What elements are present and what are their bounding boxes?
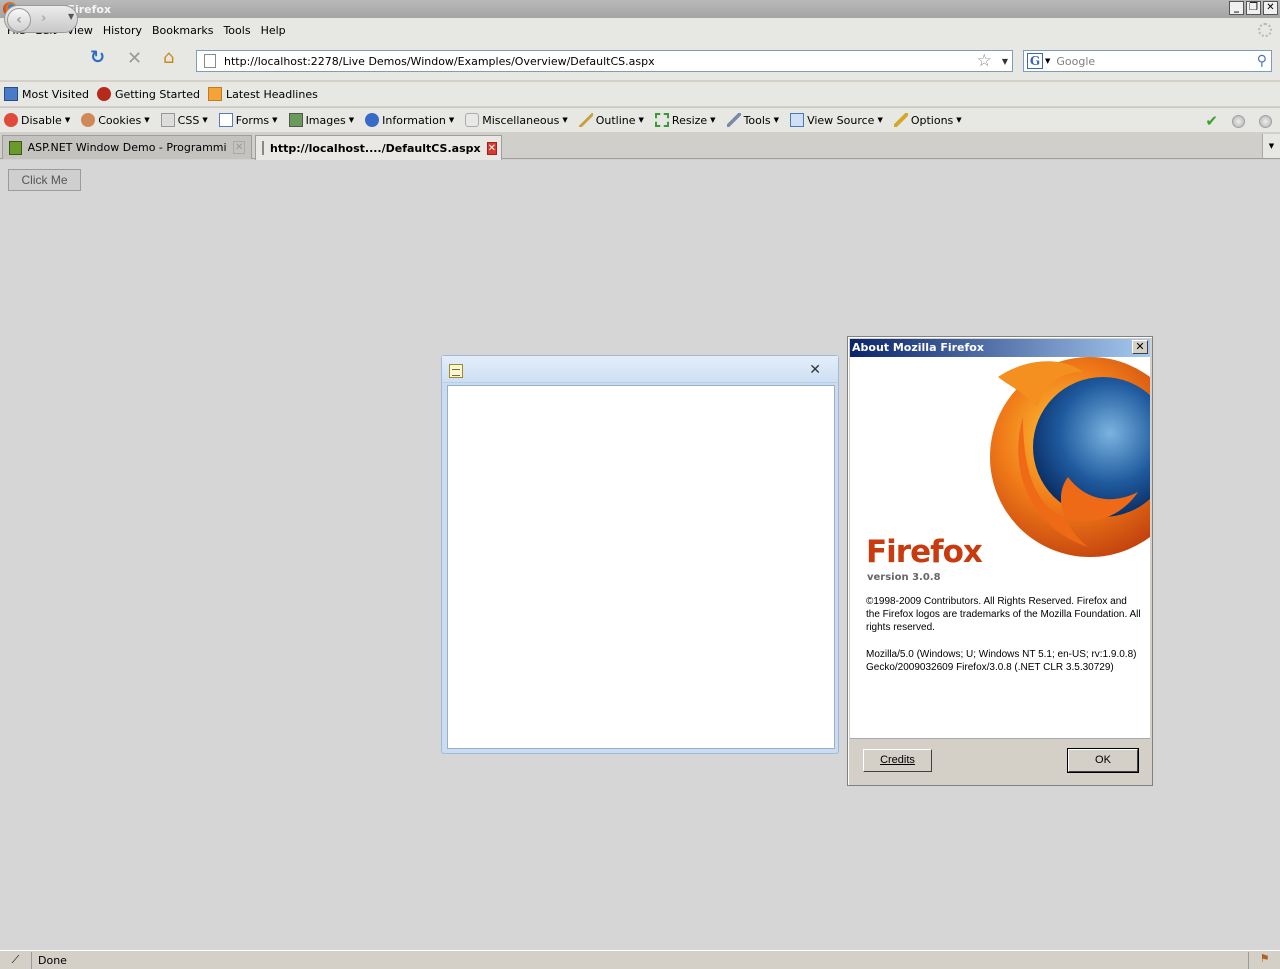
tab-label: ASP.NET Window Demo - Programming ...	[27, 141, 228, 154]
rad-window-titlebar[interactable]: ✕	[442, 356, 838, 383]
wrench-icon	[726, 113, 741, 127]
menu-help[interactable]: Help	[256, 24, 291, 37]
window-icon	[449, 364, 463, 378]
menu-tools[interactable]: Tools	[218, 24, 255, 37]
options-key-icon	[893, 113, 908, 127]
stop-icon[interactable]: ✕	[127, 50, 142, 68]
checkmark-icon[interactable]: ✔	[1205, 112, 1218, 130]
bookmark-most-visited[interactable]: Most Visited	[4, 87, 89, 101]
back-forward-group: ‹ › ▼	[4, 5, 78, 33]
status-icon: ⟋	[0, 951, 32, 969]
outline-icon	[578, 113, 593, 127]
close-window-button[interactable]: ✕	[1263, 1, 1278, 15]
search-engine-dropdown-icon[interactable]: ▼	[1045, 57, 1050, 65]
dev-images[interactable]: Images ▼	[288, 113, 354, 127]
tab-label: http://localhost..../DefaultCS.aspx	[270, 141, 481, 155]
throbber-icon	[1258, 23, 1272, 37]
cookies-icon	[81, 113, 96, 127]
information-icon	[365, 113, 380, 127]
tab-strip: ASP.NET Window Demo - Programming ... ✕ …	[0, 133, 1280, 160]
user-agent-text: Mozilla/5.0 (Windows; U; Windows NT 5.1;…	[866, 649, 1137, 673]
page-icon	[204, 54, 216, 68]
search-icon[interactable]: ⚲	[1257, 53, 1267, 69]
dev-view-source[interactable]: View Source ▼	[790, 113, 883, 127]
menu-history[interactable]: History	[98, 24, 147, 37]
bookmark-getting-started[interactable]: Getting Started	[96, 87, 200, 101]
dev-tools[interactable]: Tools ▼	[726, 113, 779, 127]
dev-miscellaneous[interactable]: Miscellaneous ▼	[465, 113, 568, 127]
dev-status-icons: ✔	[1205, 112, 1272, 130]
tab-close-icon[interactable]: ✕	[233, 141, 245, 154]
url-dropdown-icon[interactable]: ▼	[1002, 57, 1008, 66]
images-icon	[288, 113, 303, 127]
click-me-button[interactable]: Click Me	[8, 169, 81, 191]
folder-icon	[4, 87, 18, 101]
view-source-icon	[790, 113, 805, 127]
window-titlebar: Mozilla Firefox _ ❐ ✕	[0, 0, 1280, 18]
bookmark-star-icon[interactable]: ☆	[977, 51, 992, 71]
dev-options[interactable]: Options ▼	[893, 113, 962, 127]
history-dropdown-icon[interactable]: ▼	[68, 12, 74, 21]
list-all-tabs-button[interactable]: ▼	[1262, 134, 1280, 158]
search-input[interactable]: Google	[1056, 55, 1256, 68]
about-content: Firefox version 3.0.8 ©1998-2009 Contrib…	[850, 357, 1150, 739]
dev-information[interactable]: Information ▼	[365, 113, 454, 127]
tab-aspnet-window-demo[interactable]: ASP.NET Window Demo - Programming ... ✕	[2, 135, 252, 159]
telerik-favicon-icon	[9, 140, 22, 155]
rad-window: ✕	[441, 355, 839, 754]
css-status-icon[interactable]	[1232, 114, 1245, 128]
dev-outline[interactable]: Outline ▼	[578, 113, 644, 127]
bookmark-latest-headlines[interactable]: Latest Headlines	[208, 87, 318, 101]
disable-icon	[4, 113, 18, 127]
about-dialog-title: About Mozilla Firefox	[852, 341, 984, 354]
google-engine-icon[interactable]: G	[1027, 53, 1043, 69]
page-icon	[262, 141, 264, 155]
dev-forms[interactable]: Forms ▼	[218, 113, 278, 127]
minimize-button[interactable]: _	[1229, 1, 1244, 15]
resize-icon	[654, 113, 669, 127]
tab-defaultcs[interactable]: http://localhost..../DefaultCS.aspx ✕	[255, 135, 502, 160]
addon-status-icon[interactable]: ⚑	[1248, 951, 1280, 969]
menu-bar: File Edit View History Bookmarks Tools H…	[0, 18, 1280, 42]
forms-icon	[218, 113, 233, 127]
rad-window-close-icon[interactable]: ✕	[809, 362, 821, 378]
miscellaneous-icon	[465, 113, 480, 127]
address-bar[interactable]: http://localhost:2278/Live Demos/Window/…	[196, 50, 1013, 72]
about-close-button[interactable]: ✕	[1132, 340, 1148, 354]
bookmarks-toolbar: Most Visited Getting Started Latest Head…	[0, 82, 1280, 106]
product-name: Firefox	[866, 534, 983, 570]
forward-button[interactable]: ›	[41, 11, 46, 26]
js-status-icon[interactable]	[1259, 114, 1272, 128]
home-icon[interactable]: ⌂	[163, 49, 174, 67]
dev-resize[interactable]: Resize ▼	[654, 113, 716, 127]
copyright-text: ©1998-2009 Contributors. All Rights Rese…	[866, 596, 1141, 633]
about-dialog: About Mozilla Firefox ✕ Firefox version …	[847, 336, 1153, 786]
address-input[interactable]: http://localhost:2278/Live Demos/Window/…	[224, 55, 977, 68]
search-bar[interactable]: G ▼ Google ⚲	[1023, 50, 1272, 72]
rad-window-body	[447, 385, 835, 749]
css-icon	[160, 113, 175, 127]
web-developer-toolbar: Disable ▼ Cookies ▼ CSS ▼ Forms ▼ Images ▼ In…	[0, 107, 1280, 132]
back-button[interactable]: ‹	[7, 8, 31, 32]
product-version: version 3.0.8	[867, 572, 941, 583]
reload-icon[interactable]: ↻	[90, 49, 105, 67]
dev-cookies[interactable]: Cookies ▼	[81, 113, 150, 127]
credits-button[interactable]: Credits	[863, 749, 932, 772]
ok-button[interactable]: OK	[1067, 748, 1139, 773]
firefox-logo-icon	[990, 357, 1150, 557]
dev-css[interactable]: CSS ▼	[160, 113, 208, 127]
restore-button[interactable]: ❐	[1246, 1, 1261, 15]
rss-icon	[208, 87, 222, 101]
status-bar: ⟋ Done ⚑	[0, 950, 1280, 969]
dev-disable[interactable]: Disable ▼	[4, 113, 70, 127]
about-dialog-titlebar[interactable]: About Mozilla Firefox	[850, 339, 1150, 357]
mozilla-dino-icon	[96, 87, 111, 101]
menu-bookmarks[interactable]: Bookmarks	[147, 24, 218, 37]
tab-close-icon[interactable]: ✕	[486, 141, 497, 155]
status-text: Done	[38, 953, 67, 967]
